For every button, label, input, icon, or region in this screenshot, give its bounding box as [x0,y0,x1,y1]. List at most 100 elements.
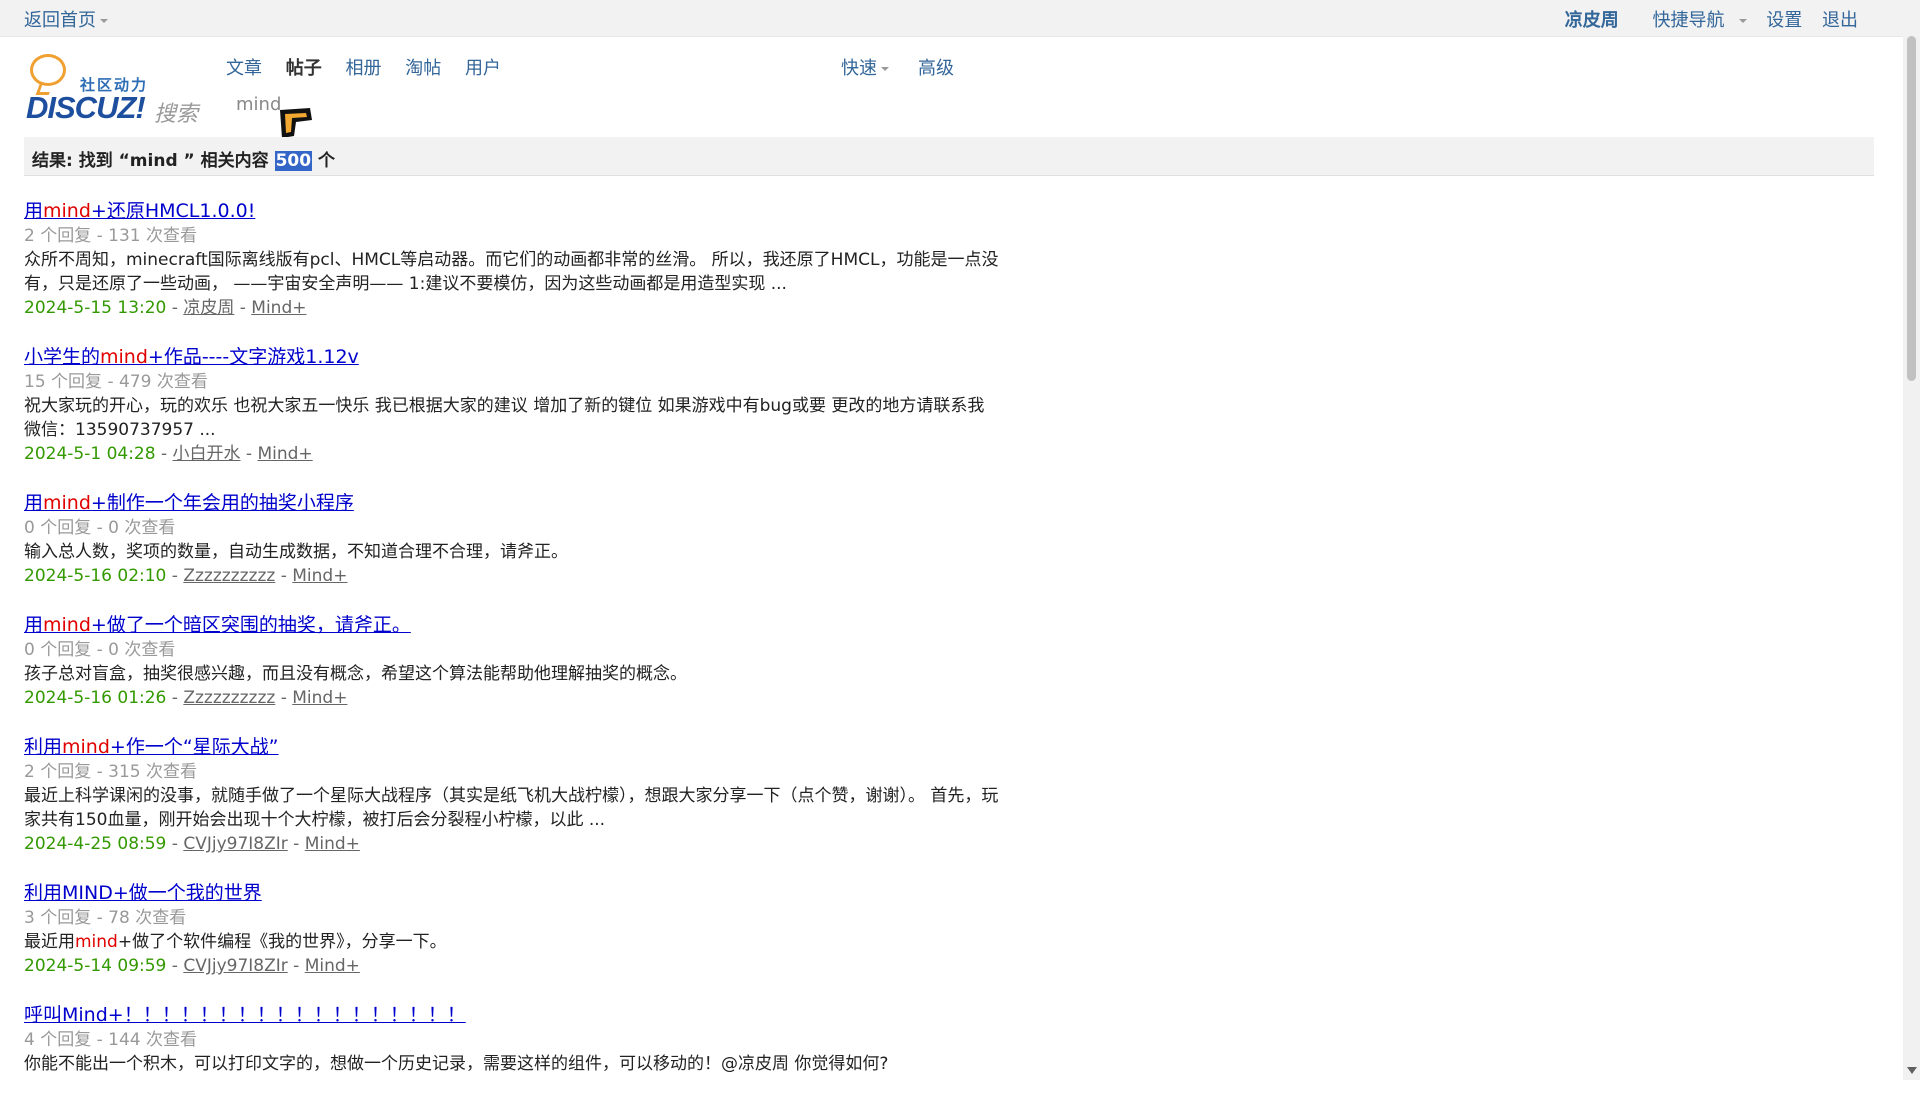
result-title-link[interactable]: 用mind+制作一个年会用的抽奖小程序 [24,490,354,516]
result-forum-link[interactable]: Mind+ [251,298,306,318]
search-result-item: 利用MIND+做一个我的世界 3 个回复 - 78 次查看 最近用mind+做了个软… [24,880,1004,978]
username-link[interactable]: 凉皮周 [1565,10,1619,31]
results-prefix: 结果: 找到 “mind ” 相关内容 [32,151,275,171]
tab-collections[interactable]: 淘帖 [405,58,441,79]
result-meta: 2024-5-16 01:26 - Zzzzzzzzzz - Mind+ [24,686,1004,710]
home-link[interactable]: 返回首页 [24,6,108,32]
result-title-link[interactable]: 用mind+做了一个暗区突围的抽奖，请斧正。 [24,612,411,638]
result-title-keyword: mind [43,492,91,514]
result-summary: 孩子总对盲盒，抽奖很感兴趣，而且没有概念，希望这个算法能帮助他理解抽奖的概念。 [24,662,1004,686]
result-author-link[interactable]: 小白开水 [173,444,241,464]
tab-articles[interactable]: 文章 [226,58,262,79]
settings-link[interactable]: 设置 [1766,10,1802,31]
logo-search-label: 搜索 [154,102,199,127]
result-title-text: 用 [24,492,44,514]
result-date: 2024-5-14 09:59 [24,956,167,976]
result-summary: 你能不能出一个积木，可以打印文字的，想做一个历史记录，需要这样的组件，可以移动的… [24,1052,1004,1076]
result-forum-link[interactable]: Mind+ [305,834,360,854]
result-title-link[interactable]: 小学生的mind+作品----文字游戏1.12v [24,344,359,370]
logo-wordmark: DISCUZ! [26,90,146,125]
result-summary-text: 众所不周知，minecraft国际离线版有pcl、HMCL等启动器。而它们的动画… [24,250,999,294]
quick-nav-label: 快捷导航 [1652,10,1725,31]
result-title-link[interactable]: 用mind+还原HMCL1.0.0! [24,198,255,224]
search-result-item: 用mind+制作一个年会用的抽奖小程序 0 个回复 - 0 次查看 输入总人数，奖项… [24,490,1004,588]
result-author-link[interactable]: CVJjy97I8ZIr [183,956,287,976]
tab-users[interactable]: 用户 [465,58,501,79]
meta-separator: - [166,566,184,586]
meta-separator: - [240,444,258,464]
result-forum-link[interactable]: Mind+ [305,956,360,976]
scroll-down-arrow-icon[interactable] [1907,1067,1917,1074]
search-results-list: 用mind+还原HMCL1.0.0! 2 个回复 - 131 次查看 众所不周知，… [24,198,1004,1100]
search-result-item: 用mind+还原HMCL1.0.0! 2 个回复 - 131 次查看 众所不周知，… [24,198,1004,320]
result-summary-text-rest: +做了个软件编程《我的世界》，分享一下。 [117,932,447,952]
result-title-text-rest: +作一个“星际大战” [109,736,279,758]
result-stats: 0 个回复 - 0 次查看 [24,640,176,660]
result-meta: 2024-5-16 02:10 - Zzzzzzzzzz - Mind+ [24,564,1004,588]
result-title-text-rest: +做了一个暗区突围的抽奖，请斧正。 [90,614,411,636]
site-logo[interactable]: 社区动力 DISCUZ! 搜索 [24,52,199,127]
tab-albums[interactable]: 相册 [345,58,381,79]
result-title-text-rest: +还原HMCL1.0.0! [90,200,256,222]
meta-separator: - [166,688,184,708]
result-title-text: 用 [24,200,44,222]
result-meta: 2024-4-25 08:59 - CVJjy97I8ZIr - Mind+ [24,832,1004,856]
result-title-keyword: mind [43,200,91,222]
result-summary-text: 最近用 [24,932,75,952]
quick-search-dropdown[interactable]: 快速 [841,54,889,80]
search-result-item: 用mind+做了一个暗区突围的抽奖，请斧正。 0 个回复 - 0 次查看 孩子总对盲… [24,612,1004,710]
meta-separator: - [287,834,305,854]
tab-posts[interactable]: 帖子 [286,58,322,79]
results-summary-bar: 结果: 找到 “mind ” 相关内容 500 个 [24,137,1874,176]
result-title-link[interactable]: 利用mind+作一个“星际大战” [24,734,279,760]
meta-separator: - [275,566,293,586]
result-summary: 最近用mind+做了个软件编程《我的世界》，分享一下。 [24,930,1004,954]
home-link-label: 返回首页 [24,10,96,31]
meta-separator: - [275,688,293,708]
result-author-link[interactable]: CVJjy97I8ZIr [183,834,287,854]
result-title-text-rest: +作品----文字游戏1.12v [147,346,359,368]
vertical-scrollbar[interactable] [1903,36,1920,1080]
meta-separator: - [155,444,173,464]
result-date: 2024-4-25 08:59 [24,834,167,854]
quick-nav-menu[interactable]: 快捷导航 [1639,10,1747,31]
result-title-text: 用 [24,614,44,636]
result-stats: 3 个回复 - 78 次查看 [24,908,187,928]
result-date: 2024-5-16 02:10 [24,566,167,586]
quick-search-label: 快速 [841,58,877,79]
result-stats: 0 个回复 - 0 次查看 [24,518,176,538]
result-author-link[interactable]: Zzzzzzzzzz [183,566,275,586]
search-result-item: 呼叫Mind+！！！！！！！！！！！！！！！！！！ 4 个回复 - 144 次查看… [24,1002,1004,1076]
result-stats: 4 个回复 - 144 次查看 [24,1030,198,1050]
result-title-link[interactable]: 呼叫Mind+！！！！！！！！！！！！！！！！！！ [24,1002,466,1028]
result-forum-link[interactable]: Mind+ [292,566,347,586]
result-summary-text: 输入总人数，奖项的数量，自动生成数据，不知道合理不合理，请斧正。 [24,542,568,562]
search-result-item: 小学生的mind+作品----文字游戏1.12v 15 个回复 - 479 次查看… [24,344,1004,466]
result-meta: 2024-5-15 13:20 - 凉皮周 - Mind+ [24,296,1004,320]
meta-separator: - [166,298,184,318]
chevron-down-icon [100,19,108,23]
result-summary-text: 祝大家玩的开心，玩的欢乐 也祝大家五一快乐 我已根据大家的建议 增加了新的键位 … [24,396,985,440]
result-author-link[interactable]: 凉皮周 [183,298,234,318]
advanced-search-link[interactable]: 高级 [918,54,954,80]
result-date: 2024-5-1 04:28 [24,444,156,464]
scrollbar-thumb[interactable] [1907,36,1916,381]
result-author-link[interactable]: Zzzzzzzzzz [183,688,275,708]
result-date: 2024-5-15 13:20 [24,298,167,318]
result-summary-text: 最近上科学课闲的没事，就随手做了一个星际大战程序（其实是纸飞机大战柠檬），想跟大… [24,786,999,830]
result-title-text-rest: +制作一个年会用的抽奖小程序 [90,492,354,514]
logout-link[interactable]: 退出 [1822,10,1858,31]
result-forum-link[interactable]: Mind+ [257,444,312,464]
user-menu: 凉皮周 快捷导航 设置 退出 [1551,6,1858,32]
result-stats: 2 个回复 - 315 次查看 [24,762,198,782]
result-summary-text: 你能不能出一个积木，可以打印文字的，想做一个历史记录，需要这样的组件，可以移动的… [24,1054,889,1074]
search-type-tabs: 文章 帖子 相册 淘帖 用户 [226,54,519,80]
result-forum-link[interactable]: Mind+ [292,688,347,708]
result-summary: 祝大家玩的开心，玩的欢乐 也祝大家五一快乐 我已根据大家的建议 增加了新的键位 … [24,394,1004,442]
result-title-link[interactable]: 利用MIND+做一个我的世界 [24,880,262,906]
results-summary: 结果: 找到 “mind ” 相关内容 500 个 [32,146,335,171]
result-date: 2024-5-16 01:26 [24,688,167,708]
top-bar: 返回首页 凉皮周 快捷导航 设置 退出 [0,0,1920,37]
result-summary: 最近上科学课闲的没事，就随手做了一个星际大战程序（其实是纸飞机大战柠檬），想跟大… [24,784,1004,832]
result-stats: 15 个回复 - 479 次查看 [24,372,208,392]
